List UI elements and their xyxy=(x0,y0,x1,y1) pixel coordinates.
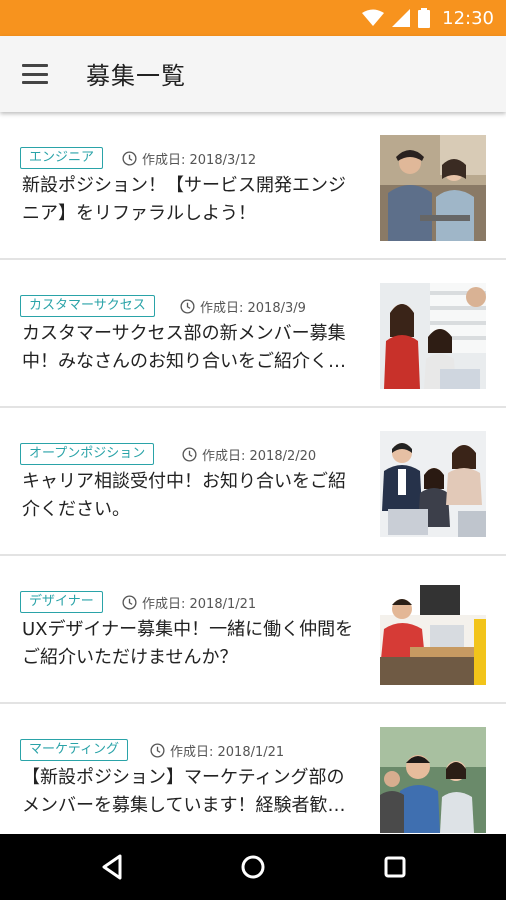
wifi-icon xyxy=(362,9,385,26)
job-title: UXデザイナー募集中！一緒に働く仲間をご紹介いただけませんか？ xyxy=(22,619,354,668)
created-date: 作成日: 2018/2/20 xyxy=(182,445,316,464)
created-date: 作成日: 2018/3/12 xyxy=(122,149,256,168)
hamburger-menu-icon[interactable] xyxy=(22,60,58,88)
home-icon[interactable] xyxy=(238,852,268,882)
job-list-item[interactable]: マーケティング 作成日: 2018/1/21 【新設ポジション】マーケティング部… xyxy=(0,704,506,852)
job-title: 【新設ポジション】マーケティング部のメンバーを募集しています！経験者歓迎！ xyxy=(22,767,345,816)
clock-icon xyxy=(122,151,137,166)
app-bar: 募集一覧 xyxy=(0,36,506,112)
category-tag[interactable]: マーケティング xyxy=(20,739,128,761)
status-icons: 12:30 xyxy=(362,0,494,36)
category-tag[interactable]: デザイナー xyxy=(20,591,103,613)
created-date: 作成日: 2018/1/21 xyxy=(150,741,284,760)
created-date-text: 作成日: 2018/2/20 xyxy=(202,449,317,464)
created-date-text: 作成日: 2018/1/21 xyxy=(170,745,285,760)
created-date-text: 作成日: 2018/3/12 xyxy=(142,153,257,168)
job-list-item[interactable]: エンジニア 作成日: 2018/3/12 新設ポジション！【サービス開発エンジニ… xyxy=(0,112,506,260)
page-title: 募集一覧 xyxy=(86,62,186,90)
status-time: 12:30 xyxy=(442,7,494,29)
battery-icon xyxy=(418,8,431,28)
job-list-item[interactable]: カスタマーサクセス 作成日: 2018/3/9 カスタマーサクセス部の新メンバー… xyxy=(0,260,506,408)
clock-icon xyxy=(182,447,197,462)
cell-signal-icon xyxy=(392,9,411,27)
clock-icon xyxy=(150,743,165,758)
job-thumbnail xyxy=(380,283,486,389)
category-tag[interactable]: エンジニア xyxy=(20,147,104,169)
category-tag[interactable]: オープンポジション xyxy=(20,443,155,465)
job-thumbnail xyxy=(380,727,486,833)
clock-icon xyxy=(180,299,195,314)
job-list-item[interactable]: デザイナー 作成日: 2018/1/21 UXデザイナー募集中！一緒に働く仲間を… xyxy=(0,556,506,704)
recents-icon[interactable] xyxy=(380,852,410,882)
job-title: カスタマーサクセス部の新メンバー募集中！みなさんのお知り合いをご紹介ください！ xyxy=(22,323,346,372)
clock-icon xyxy=(122,595,137,610)
job-thumbnail xyxy=(380,579,486,685)
status-bar: 12:30 xyxy=(0,0,506,36)
job-thumbnail xyxy=(380,431,486,537)
job-thumbnail xyxy=(380,135,486,241)
created-date: 作成日: 2018/3/9 xyxy=(180,297,306,316)
job-list: エンジニア 作成日: 2018/3/12 新設ポジション！【サービス開発エンジニ… xyxy=(0,112,506,852)
created-date-text: 作成日: 2018/1/21 xyxy=(142,597,257,612)
created-date-text: 作成日: 2018/3/9 xyxy=(200,301,306,316)
job-list-item[interactable]: オープンポジション 作成日: 2018/2/20 キャリア相談受付中！お知り合い… xyxy=(0,408,506,556)
job-title: キャリア相談受付中！お知り合いをご紹介ください。 xyxy=(22,471,346,520)
navigation-bar xyxy=(0,834,506,900)
back-icon[interactable] xyxy=(98,852,128,882)
job-title: 新設ポジション！【サービス開発エンジニア】をリファラルしよう！ xyxy=(22,175,346,224)
category-tag[interactable]: カスタマーサクセス xyxy=(20,295,155,317)
created-date: 作成日: 2018/1/21 xyxy=(122,593,256,612)
